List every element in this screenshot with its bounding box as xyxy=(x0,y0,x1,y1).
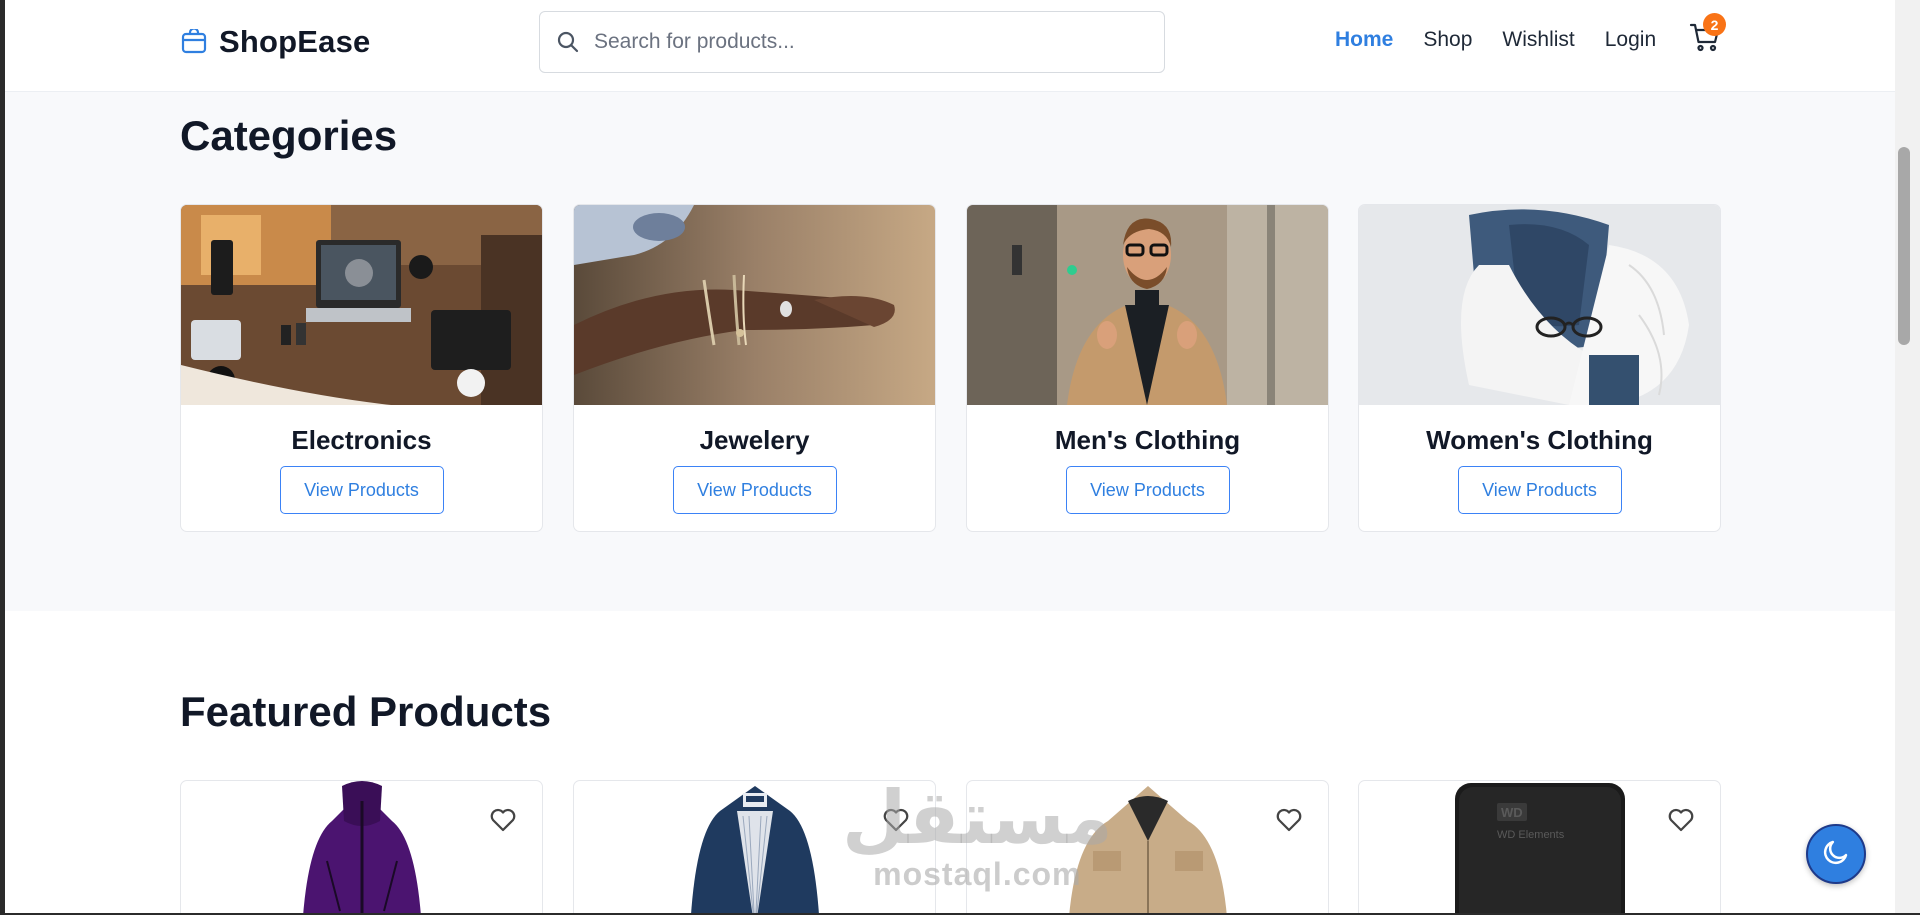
page-scrollbar[interactable] xyxy=(1895,0,1920,915)
category-name: Women's Clothing xyxy=(1426,425,1653,455)
category-card-electronics: Electronics View Products xyxy=(180,204,543,532)
moon-icon xyxy=(1821,837,1851,872)
view-products-button[interactable]: View Products xyxy=(1457,466,1622,514)
search-icon xyxy=(556,30,580,54)
heart-icon[interactable] xyxy=(1274,805,1304,835)
hard-drive-label: WD Elements xyxy=(1497,829,1565,841)
category-name: Jewelery xyxy=(699,425,810,455)
nav-link-home[interactable]: Home xyxy=(1335,28,1393,52)
heart-icon[interactable] xyxy=(1666,805,1696,835)
product-card[interactable]: WD WD Elements xyxy=(1358,780,1721,915)
heart-icon[interactable] xyxy=(881,805,911,835)
category-image-jewelery[interactable] xyxy=(574,205,935,405)
brand-name: ShopEase xyxy=(219,24,371,59)
product-image-hard-drive: WD WD Elements xyxy=(1454,783,1625,915)
cart-icon xyxy=(1688,23,1722,58)
window-frame-left xyxy=(0,0,5,915)
category-card-womens-clothing: Women's Clothing View Products xyxy=(1358,204,1721,532)
view-products-button[interactable]: View Products xyxy=(279,466,444,514)
category-card-mens-clothing: Men's Clothing View Products xyxy=(966,204,1329,532)
search-bar xyxy=(539,11,1165,73)
nav-link-wishlist[interactable]: Wishlist xyxy=(1502,28,1574,52)
category-image-womens-clothing[interactable] xyxy=(1359,205,1720,405)
nav-link-shop[interactable]: Shop xyxy=(1423,28,1472,52)
brand-logo[interactable]: ShopEase xyxy=(181,24,370,60)
product-card[interactable] xyxy=(966,780,1329,915)
featured-products-title: Featured Products xyxy=(180,688,552,735)
search-input[interactable] xyxy=(594,30,1134,54)
view-products-button[interactable]: View Products xyxy=(1065,466,1230,514)
view-products-button[interactable]: View Products xyxy=(672,466,837,514)
category-name: Electronics xyxy=(291,425,432,455)
site-header: ShopEase Home Shop Wishlist Login xyxy=(5,0,1895,92)
categories-title: Categories xyxy=(180,112,398,159)
category-image-mens-clothing[interactable] xyxy=(967,205,1328,405)
category-name: Men's Clothing xyxy=(1054,425,1241,455)
product-image-khaki-jacket xyxy=(1068,786,1227,915)
theme-toggle-button[interactable] xyxy=(1806,824,1866,884)
heart-icon[interactable] xyxy=(488,805,518,835)
nav-link-login[interactable]: Login xyxy=(1605,28,1656,52)
category-card-jewelery: Jewelery View Products xyxy=(573,204,936,532)
category-image-electronics[interactable] xyxy=(181,205,542,405)
shopping-bag-icon xyxy=(181,29,207,55)
main-nav: Home Shop Wishlist Login xyxy=(1335,28,1686,52)
product-card[interactable] xyxy=(180,780,543,915)
scrollbar-thumb[interactable] xyxy=(1898,147,1910,345)
cart-count-badge: 2 xyxy=(1703,13,1726,36)
product-image-purple-jacket xyxy=(302,781,421,915)
product-image-navy-jacket xyxy=(690,786,819,915)
product-card[interactable] xyxy=(573,780,936,915)
svg-text:WD: WD xyxy=(1501,805,1523,820)
